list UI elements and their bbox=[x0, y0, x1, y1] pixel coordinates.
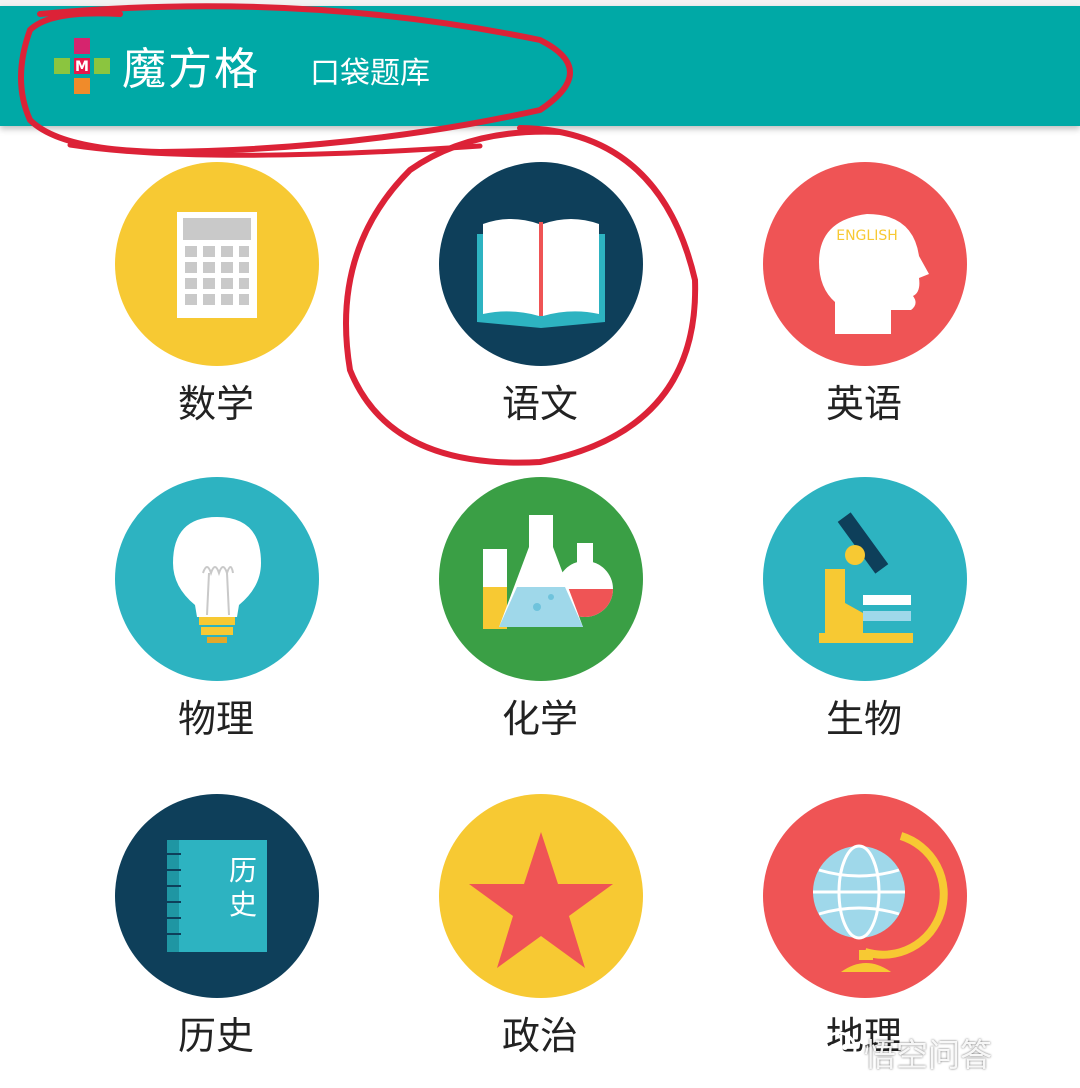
subject-label: 英语 bbox=[825, 382, 902, 426]
subject-label: 数学 bbox=[177, 382, 254, 426]
subject-physics[interactable]: 物理 bbox=[66, 441, 366, 741]
svg-text:史: 史 bbox=[229, 888, 257, 921]
subject-grid: 数学 语文 ENGLISH 英语 物理 化学 生物 历 史 历史 政治 地理 bbox=[0, 126, 1080, 1088]
svg-text:历: 历 bbox=[229, 854, 257, 887]
svg-text:ENGLISH: ENGLISH bbox=[836, 228, 898, 244]
subject-chinese[interactable]: 语文 bbox=[390, 126, 690, 426]
english-head-icon: ENGLISH bbox=[819, 214, 929, 334]
wukong-logo-icon bbox=[821, 1031, 857, 1067]
open-book-icon bbox=[477, 219, 605, 328]
app-subtitle: 口袋题库 bbox=[310, 56, 430, 91]
microscope-icon bbox=[819, 512, 913, 643]
mofange-logo-icon: M bbox=[54, 38, 110, 94]
subject-label: 语文 bbox=[501, 382, 578, 426]
physics-circle bbox=[115, 477, 319, 681]
subject-politics[interactable]: 政治 bbox=[390, 758, 690, 1058]
politics-circle bbox=[439, 794, 643, 998]
chemistry-circle bbox=[439, 477, 643, 681]
globe-icon bbox=[813, 832, 948, 972]
svg-text:M: M bbox=[75, 59, 89, 75]
geography-circle bbox=[763, 794, 967, 998]
english-circle: ENGLISH bbox=[763, 162, 967, 366]
flasks-icon bbox=[483, 515, 613, 629]
subject-label: 政治 bbox=[501, 1014, 578, 1058]
chinese-circle bbox=[439, 162, 643, 366]
math-circle bbox=[115, 162, 319, 366]
history-circle: 历 史 bbox=[115, 794, 319, 998]
subject-label: 物理 bbox=[177, 697, 254, 741]
subject-chemistry[interactable]: 化学 bbox=[390, 441, 690, 741]
subject-math[interactable]: 数学 bbox=[66, 126, 366, 426]
subject-english[interactable]: ENGLISH 英语 bbox=[714, 126, 1014, 426]
subject-geography[interactable]: 地理 bbox=[714, 758, 1014, 1058]
star-icon bbox=[469, 832, 613, 968]
app-header: M 魔方格 口袋题库 bbox=[0, 6, 1080, 126]
brand-name: 魔方格 bbox=[122, 44, 260, 95]
calculator-icon bbox=[177, 212, 257, 318]
subject-label: 历史 bbox=[177, 1014, 254, 1058]
subject-history[interactable]: 历 史 历史 bbox=[66, 758, 366, 1058]
subject-label: 生物 bbox=[825, 697, 902, 741]
history-book-icon: 历 史 bbox=[165, 840, 267, 952]
light-bulb-icon bbox=[173, 517, 261, 643]
biology-circle bbox=[763, 477, 967, 681]
watermark-text: 悟空问答 bbox=[864, 1036, 993, 1074]
subject-label: 化学 bbox=[501, 697, 578, 741]
subject-biology[interactable]: 生物 bbox=[714, 441, 1014, 741]
